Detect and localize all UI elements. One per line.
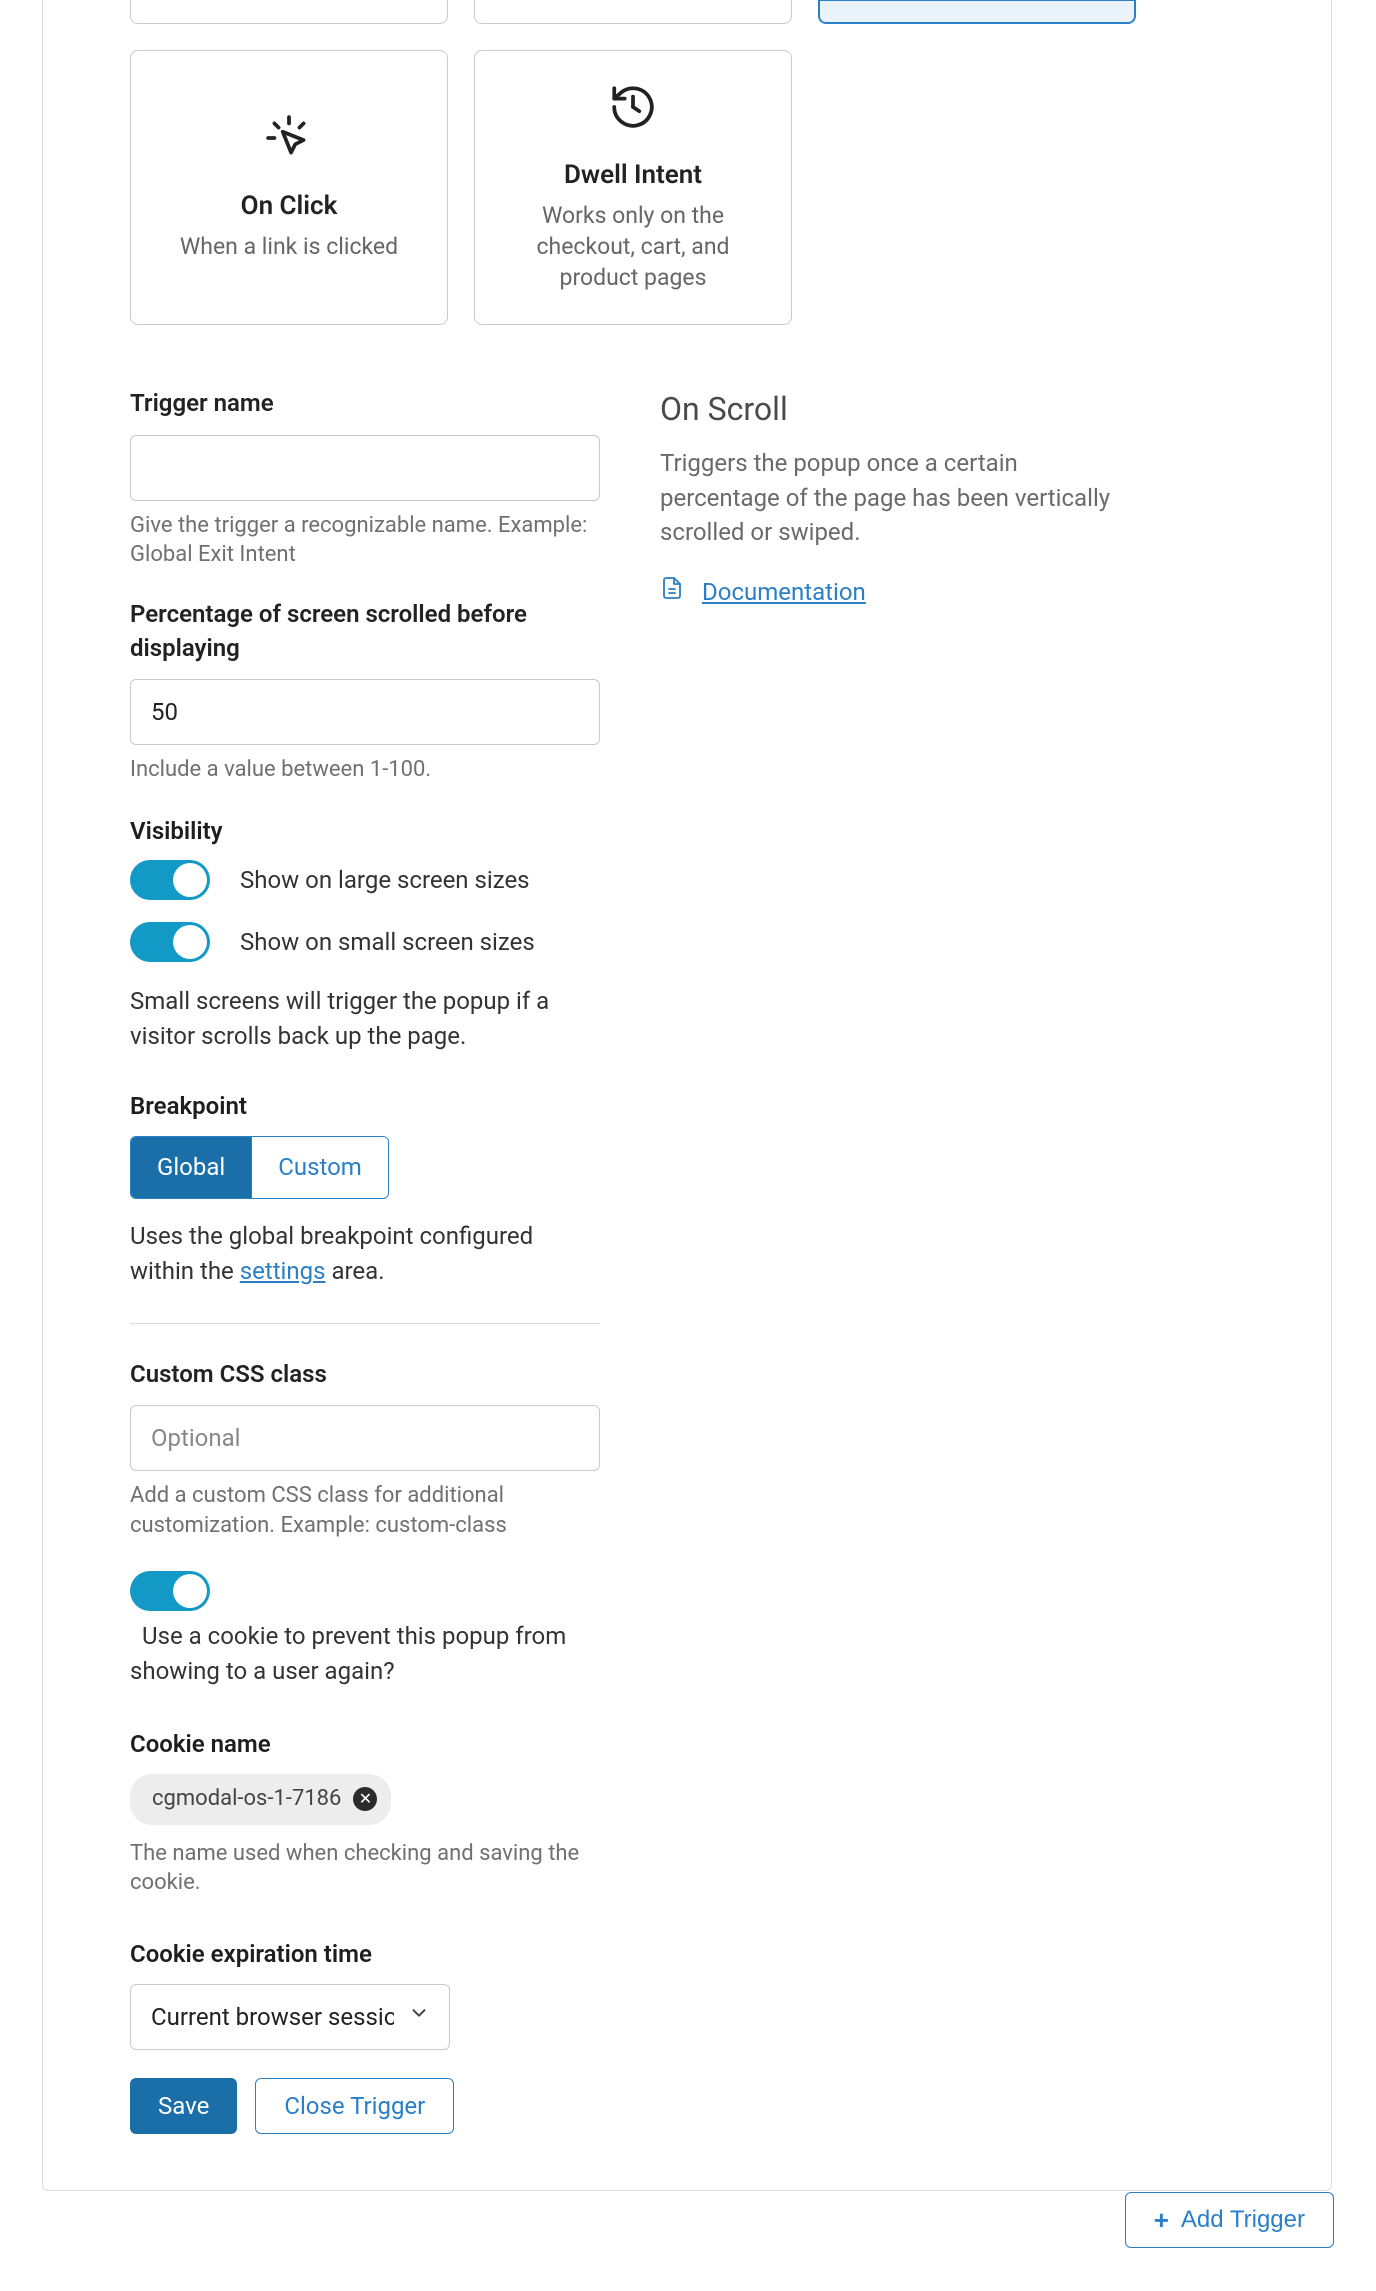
toggle-small-screens-label: Show on small screen sizes bbox=[240, 926, 535, 960]
breakpoint-custom[interactable]: Custom bbox=[251, 1137, 388, 1199]
breakpoint-desc: Uses the global breakpoint configured wi… bbox=[130, 1219, 600, 1289]
cookie-name-label: Cookie name bbox=[130, 1728, 600, 1762]
trigger-card-on-click[interactable]: On Click When a link is clicked bbox=[130, 50, 448, 325]
trigger-name-label: Trigger name bbox=[130, 387, 600, 421]
percent-label: Percentage of screen scrolled before dis… bbox=[130, 598, 600, 665]
toggle-small-screens[interactable] bbox=[130, 922, 210, 962]
plus-icon: + bbox=[1154, 2205, 1169, 2236]
card-desc: Works only on the checkout, cart, and pr… bbox=[503, 200, 763, 293]
cookie-exp-value[interactable] bbox=[130, 1984, 450, 2050]
trigger-name-helper: Give the trigger a recognizable name. Ex… bbox=[130, 511, 600, 570]
toggle-use-cookie-label: Use a cookie to prevent this popup from … bbox=[130, 1619, 600, 1689]
cookie-name-chip: cgmodal-os-1-7186 ✕ bbox=[130, 1774, 391, 1825]
divider bbox=[130, 1323, 600, 1324]
info-title: On Scroll bbox=[660, 387, 1244, 432]
add-trigger-button[interactable]: + Add Trigger bbox=[1125, 2192, 1334, 2248]
trigger-type-cards-row: On Click When a link is clicked Dwell In… bbox=[130, 50, 1244, 325]
info-desc: Triggers the popup once a certain percen… bbox=[660, 446, 1130, 550]
save-button[interactable]: Save bbox=[130, 2078, 237, 2134]
form-column: Trigger name Give the trigger a recogniz… bbox=[130, 387, 600, 2134]
trigger-editor-panel: On Click When a link is clicked Dwell In… bbox=[42, 0, 1332, 2191]
cookie-name-value: cgmodal-os-1-7186 bbox=[152, 1784, 341, 1815]
cookie-exp-select[interactable] bbox=[130, 1984, 450, 2050]
document-icon bbox=[660, 576, 684, 609]
css-class-input[interactable] bbox=[130, 1405, 600, 1471]
settings-link[interactable]: settings bbox=[240, 1257, 326, 1285]
breakpoint-label: Breakpoint bbox=[130, 1090, 600, 1124]
card-title: Dwell Intent bbox=[564, 157, 702, 193]
add-trigger-label: Add Trigger bbox=[1181, 2206, 1305, 2234]
text: area. bbox=[326, 1257, 385, 1285]
remove-icon[interactable]: ✕ bbox=[353, 1787, 377, 1811]
trigger-card-dwell-intent[interactable]: Dwell Intent Works only on the checkout,… bbox=[474, 50, 792, 325]
toggle-large-screens[interactable] bbox=[130, 860, 210, 900]
trigger-card-placeholder[interactable] bbox=[130, 0, 448, 24]
click-icon bbox=[264, 113, 314, 172]
cookie-exp-label: Cookie expiration time bbox=[130, 1938, 600, 1972]
close-trigger-button[interactable]: Close Trigger bbox=[255, 2078, 454, 2134]
breakpoint-global[interactable]: Global bbox=[131, 1137, 251, 1199]
trigger-card-selected[interactable] bbox=[818, 0, 1136, 24]
toggle-use-cookie[interactable] bbox=[130, 1571, 210, 1611]
card-desc: When a link is clicked bbox=[180, 231, 398, 262]
trigger-type-cards-row-top bbox=[130, 0, 1244, 24]
breakpoint-segmented: Global Custom bbox=[130, 1136, 389, 1200]
info-column: On Scroll Triggers the popup once a cert… bbox=[660, 387, 1244, 2134]
css-class-label: Custom CSS class bbox=[130, 1358, 600, 1392]
history-icon bbox=[608, 82, 658, 141]
percent-helper: Include a value between 1-100. bbox=[130, 755, 600, 785]
visibility-note: Small screens will trigger the popup if … bbox=[130, 984, 600, 1054]
css-class-helper: Add a custom CSS class for additional cu… bbox=[130, 1481, 600, 1540]
trigger-card-placeholder[interactable] bbox=[474, 0, 792, 24]
visibility-label: Visibility bbox=[130, 815, 600, 849]
documentation-link[interactable]: Documentation bbox=[702, 576, 866, 610]
card-title: On Click bbox=[241, 188, 338, 224]
toggle-large-screens-label: Show on large screen sizes bbox=[240, 864, 530, 898]
trigger-name-input[interactable] bbox=[130, 435, 600, 501]
percent-input[interactable] bbox=[130, 679, 600, 745]
cookie-name-helper: The name used when checking and saving t… bbox=[130, 1839, 600, 1898]
